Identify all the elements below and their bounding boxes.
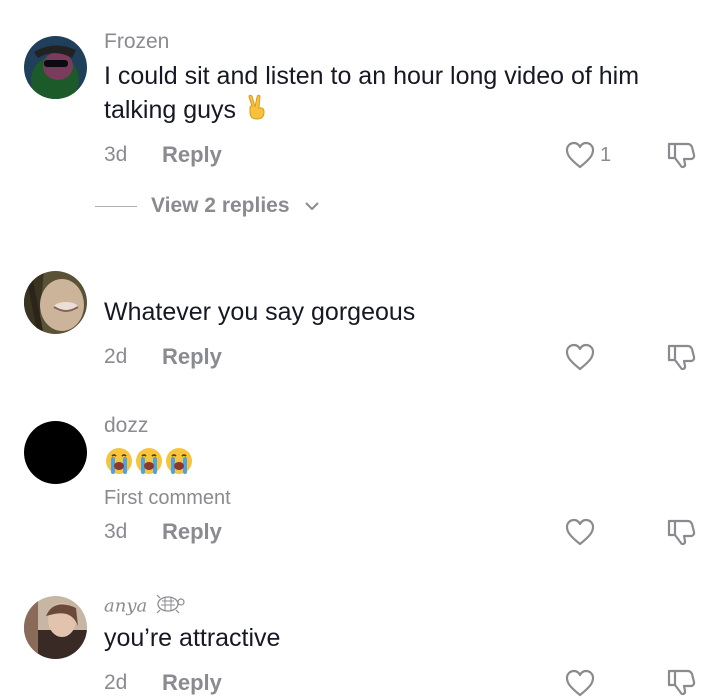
thumbs-down-icon[interactable] [665,139,697,171]
comment-emoji-row [104,446,704,485]
first-comment-label: First comment [104,487,231,509]
loudly-crying-face-icon [164,446,194,485]
view-replies-label: View 2 replies [151,194,290,217]
comment-username[interactable]: dozz [104,414,148,438]
chevron-down-icon [304,202,319,211]
thumbs-down-icon[interactable] [665,666,697,698]
victory-hand-icon [243,93,271,130]
comment-text: you’re attractive [104,624,281,652]
loudly-crying-face-icon [104,446,134,485]
avatar[interactable] [24,596,87,659]
comment-text: I could sit and listen to an hour long v… [104,60,704,130]
view-replies-button[interactable]: View 2 replies [95,194,320,218]
turtle-icon [153,593,185,620]
reply-button[interactable]: Reply [162,142,222,168]
thumbs-down-icon[interactable] [665,516,697,548]
avatar[interactable] [24,271,87,334]
heart-icon[interactable] [564,140,596,170]
reply-button[interactable]: Reply [162,344,222,370]
heart-icon[interactable] [564,668,596,698]
comment-time: 2d [104,671,128,694]
heart-icon[interactable] [564,342,596,372]
comment-username[interactable]: Frozen [104,30,169,54]
heart-icon[interactable] [564,517,596,547]
comment-text-content: I could sit and listen to an hour long v… [104,62,640,125]
divider [95,205,137,207]
comment-time: 2d [104,345,128,368]
comment-username[interactable]: anya [104,593,185,620]
comment-time: 3d [104,520,128,543]
comment-text: Whatever you say gorgeous [104,298,416,326]
avatar[interactable] [24,36,87,99]
comment-time: 3d [104,143,128,166]
like-count: 1 [600,144,612,166]
thumbs-down-icon[interactable] [665,341,697,373]
username-text: anya [104,595,148,617]
loudly-crying-face-icon [134,446,164,485]
reply-button[interactable]: Reply [162,670,222,696]
avatar[interactable] [24,421,87,484]
reply-button[interactable]: Reply [162,519,222,545]
